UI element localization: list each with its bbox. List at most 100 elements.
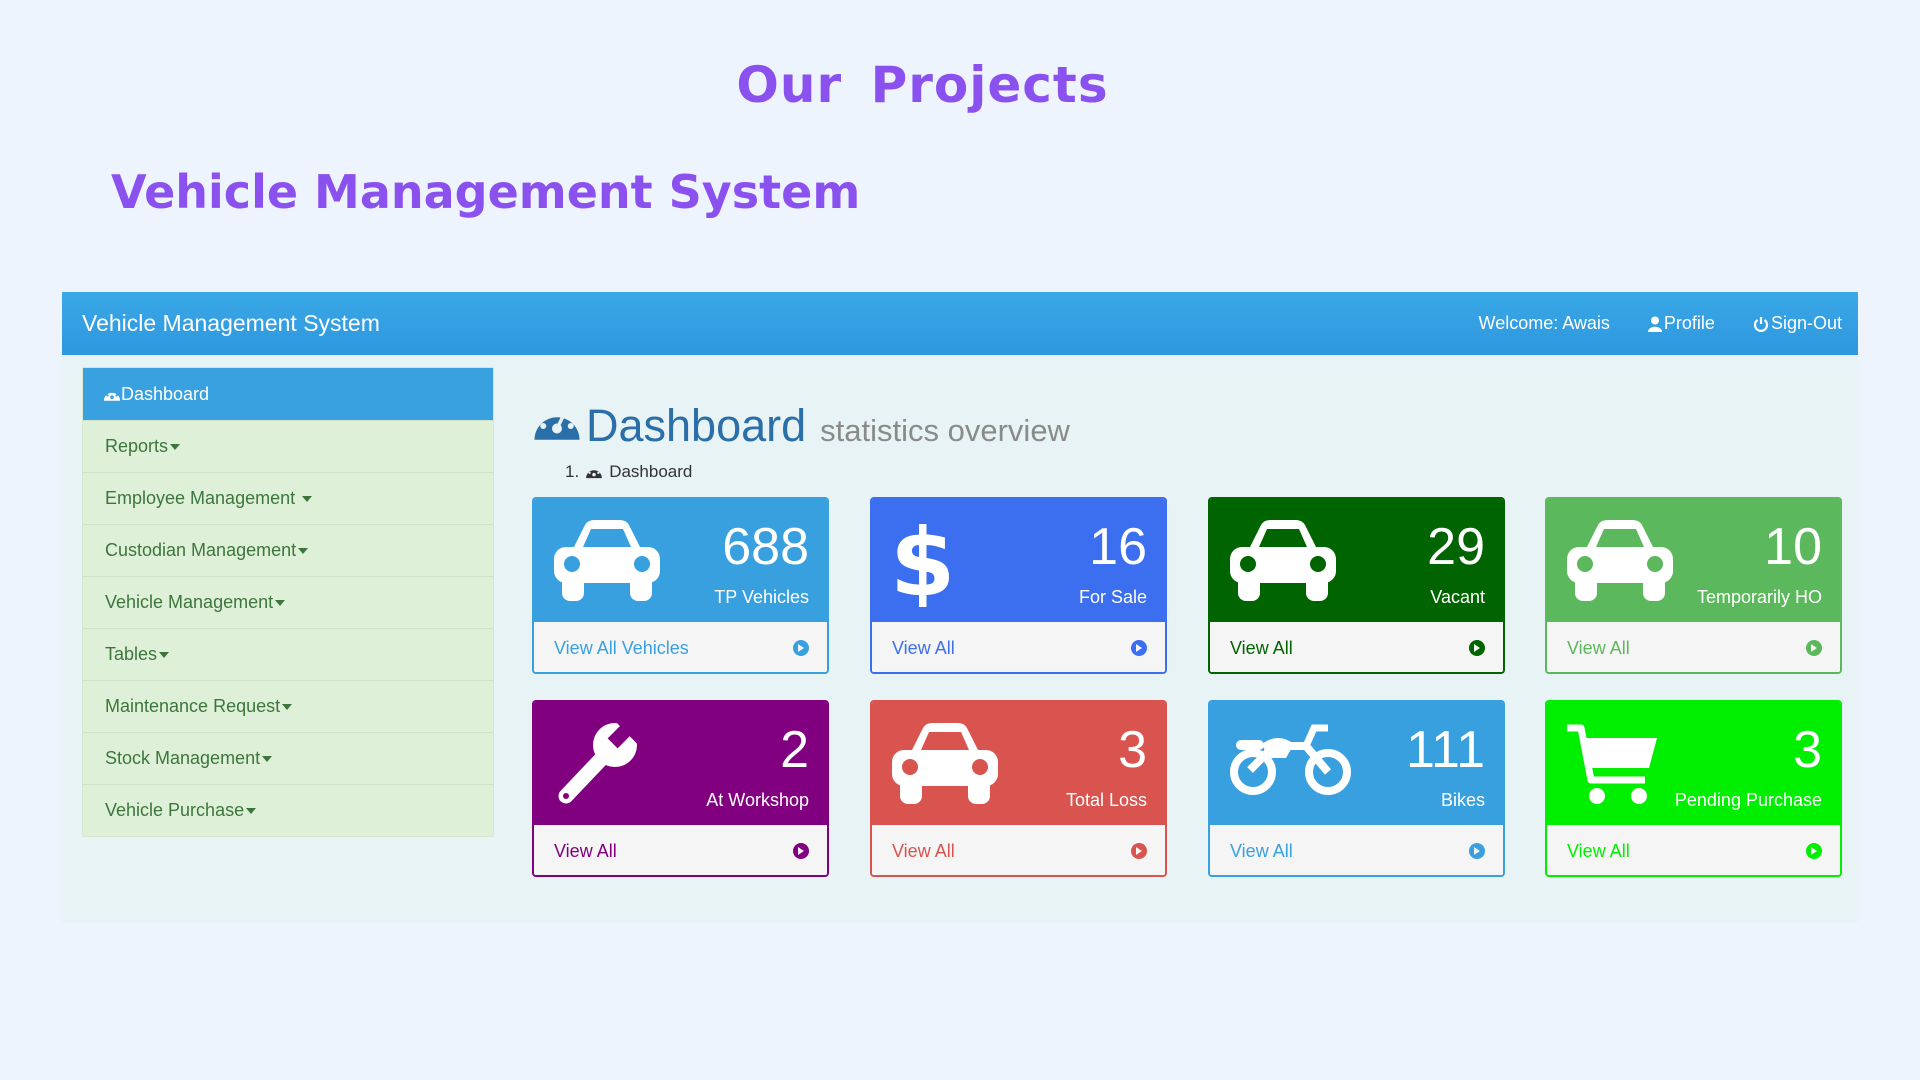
stat-card: $16 For Sale View All bbox=[870, 497, 1167, 674]
svg-text:$: $ bbox=[890, 517, 950, 607]
dashboard-icon bbox=[534, 411, 580, 440]
caret-down-icon bbox=[275, 599, 286, 606]
wrench-icon bbox=[552, 720, 647, 815]
sidebar-item-employee-management[interactable]: Employee Management bbox=[83, 473, 493, 525]
stat-label: Temporarily HO bbox=[1696, 587, 1822, 607]
sidebar-item-label: Vehicle Purchase bbox=[105, 800, 245, 820]
profile-link[interactable]: Profile bbox=[1647, 313, 1715, 334]
sidebar-item-stock-management[interactable]: Stock Management bbox=[83, 733, 493, 785]
motorcycle-icon bbox=[1228, 720, 1353, 805]
stat-card-header: 111 Bikes bbox=[1210, 702, 1503, 825]
circle-arrow-right-icon bbox=[793, 843, 809, 859]
circle-arrow-right-icon bbox=[1131, 843, 1147, 859]
stat-card-header: 2 At Workshop bbox=[534, 702, 827, 825]
brand-title[interactable]: Vehicle Management System bbox=[82, 310, 380, 337]
stat-card: 10 Temporarily HO View All bbox=[1545, 497, 1842, 674]
stat-value: 3 bbox=[1793, 721, 1822, 779]
stat-value: 10 bbox=[1764, 518, 1822, 576]
view-all-link[interactable]: View All bbox=[1547, 622, 1840, 672]
view-all-label: View All bbox=[1230, 637, 1293, 658]
stat-card-header: 3 Pending Purchase bbox=[1547, 702, 1840, 825]
sidebar-item-maintenance-request[interactable]: Maintenance Request bbox=[83, 681, 493, 733]
sidebar-item-label: Tables bbox=[105, 644, 158, 664]
stat-card: 3 Pending Purchase View All bbox=[1545, 700, 1842, 877]
stat-label: At Workshop bbox=[706, 790, 809, 810]
sidebar-menu: Dashboard Reports Employee Management Cu… bbox=[82, 367, 494, 837]
stat-card: 3 Total Loss View All bbox=[870, 700, 1167, 877]
sidebar-item-tables[interactable]: Tables bbox=[83, 629, 493, 681]
sidebar-item-label: Dashboard bbox=[121, 383, 210, 404]
circle-arrow-right-icon bbox=[1131, 640, 1147, 656]
sidebar-item-reports[interactable]: Reports bbox=[83, 421, 493, 473]
stat-value: 688 bbox=[722, 518, 809, 576]
caret-down-icon bbox=[302, 495, 313, 502]
top-navbar: Vehicle Management System Welcome: Awais… bbox=[62, 292, 1858, 355]
signout-label: Sign-Out bbox=[1770, 313, 1842, 333]
circle-arrow-right-icon bbox=[1469, 843, 1485, 859]
top-nav-links: Welcome: Awais Profile Sign-Out bbox=[1479, 313, 1842, 334]
circle-arrow-right-icon bbox=[1469, 640, 1485, 656]
stat-card-header: 10 Temporarily HO bbox=[1547, 499, 1840, 622]
view-all-link[interactable]: View All bbox=[1210, 622, 1503, 672]
stat-card-header: $16 For Sale bbox=[872, 499, 1165, 622]
sidebar-item-label: Employee Management bbox=[105, 488, 301, 508]
app-screenshot: Vehicle Management System Welcome: Awais… bbox=[62, 292, 1858, 922]
breadcrumb-label[interactable]: Dashboard bbox=[609, 462, 692, 482]
circle-arrow-right-icon bbox=[1806, 640, 1822, 656]
caret-down-icon bbox=[246, 807, 257, 814]
user-icon bbox=[1647, 316, 1662, 332]
breadcrumb-index: 1. bbox=[565, 462, 580, 481]
dashboard-icon bbox=[586, 470, 603, 479]
profile-label: Profile bbox=[1663, 313, 1715, 333]
view-all-link[interactable]: View All bbox=[534, 825, 827, 875]
caret-down-icon bbox=[159, 651, 170, 658]
stat-label: Vacant bbox=[1430, 587, 1485, 607]
page-title: Dashboard bbox=[586, 400, 807, 451]
stat-card: 111 Bikes View All bbox=[1208, 700, 1505, 877]
sidebar-item-label: Stock Management bbox=[105, 748, 261, 768]
car-icon bbox=[1565, 517, 1675, 608]
caret-down-icon bbox=[282, 703, 293, 710]
stat-label: TP Vehicles bbox=[714, 587, 809, 607]
stat-value: 29 bbox=[1427, 518, 1485, 576]
view-all-link[interactable]: View All bbox=[1547, 825, 1840, 875]
slide-title: Our Projects bbox=[736, 56, 1109, 114]
stat-card: 29 Vacant View All bbox=[1208, 497, 1505, 674]
view-all-label: View All Vehicles bbox=[554, 637, 689, 658]
stat-card: 2 At Workshop View All bbox=[532, 700, 829, 877]
sidebar-item-vehicle-management[interactable]: Vehicle Management bbox=[83, 577, 493, 629]
stat-card: 688 TP Vehicles View All Vehicles bbox=[532, 497, 829, 674]
dashboard-icon bbox=[103, 390, 121, 401]
sidebar-item-label: Maintenance Request bbox=[105, 696, 281, 716]
circle-arrow-right-icon bbox=[1806, 843, 1822, 859]
stat-card-header: 29 Vacant bbox=[1210, 499, 1503, 622]
sidebar-item-label: Reports bbox=[105, 436, 169, 456]
sidebar-item-dashboard[interactable]: Dashboard bbox=[83, 368, 493, 421]
view-all-label: View All bbox=[892, 840, 955, 861]
stat-card-header: 3 Total Loss bbox=[872, 702, 1165, 825]
signout-link[interactable]: Sign-Out bbox=[1753, 313, 1842, 334]
stat-value: 3 bbox=[1118, 721, 1147, 779]
view-all-link[interactable]: View All Vehicles bbox=[534, 622, 827, 672]
stat-label: Bikes bbox=[1440, 790, 1485, 810]
view-all-label: View All bbox=[892, 637, 955, 658]
car-icon bbox=[1228, 517, 1338, 608]
page-subtitle: statistics overview bbox=[820, 413, 1070, 448]
sidebar-item-custodian-management[interactable]: Custodian Management bbox=[83, 525, 493, 577]
stat-value: 111 bbox=[1405, 721, 1485, 779]
stat-label: Total Loss bbox=[1065, 790, 1147, 810]
caret-down-icon bbox=[298, 547, 309, 554]
view-all-link[interactable]: View All bbox=[872, 825, 1165, 875]
view-all-label: View All bbox=[554, 840, 617, 861]
view-all-link[interactable]: View All bbox=[1210, 825, 1503, 875]
power-icon bbox=[1753, 316, 1769, 332]
view-all-label: View All bbox=[1567, 840, 1630, 861]
sidebar-item-label: Vehicle Management bbox=[105, 592, 274, 612]
car-icon bbox=[552, 517, 662, 608]
shopping-cart-icon bbox=[1565, 720, 1660, 815]
stat-label: For Sale bbox=[1078, 587, 1147, 607]
slide-subtitle: Vehicle Management System bbox=[111, 165, 861, 219]
sidebar-item-vehicle-purchase[interactable]: Vehicle Purchase bbox=[83, 785, 493, 836]
page-heading: Dashboard statistics overview bbox=[532, 400, 1070, 452]
view-all-link[interactable]: View All bbox=[872, 622, 1165, 672]
